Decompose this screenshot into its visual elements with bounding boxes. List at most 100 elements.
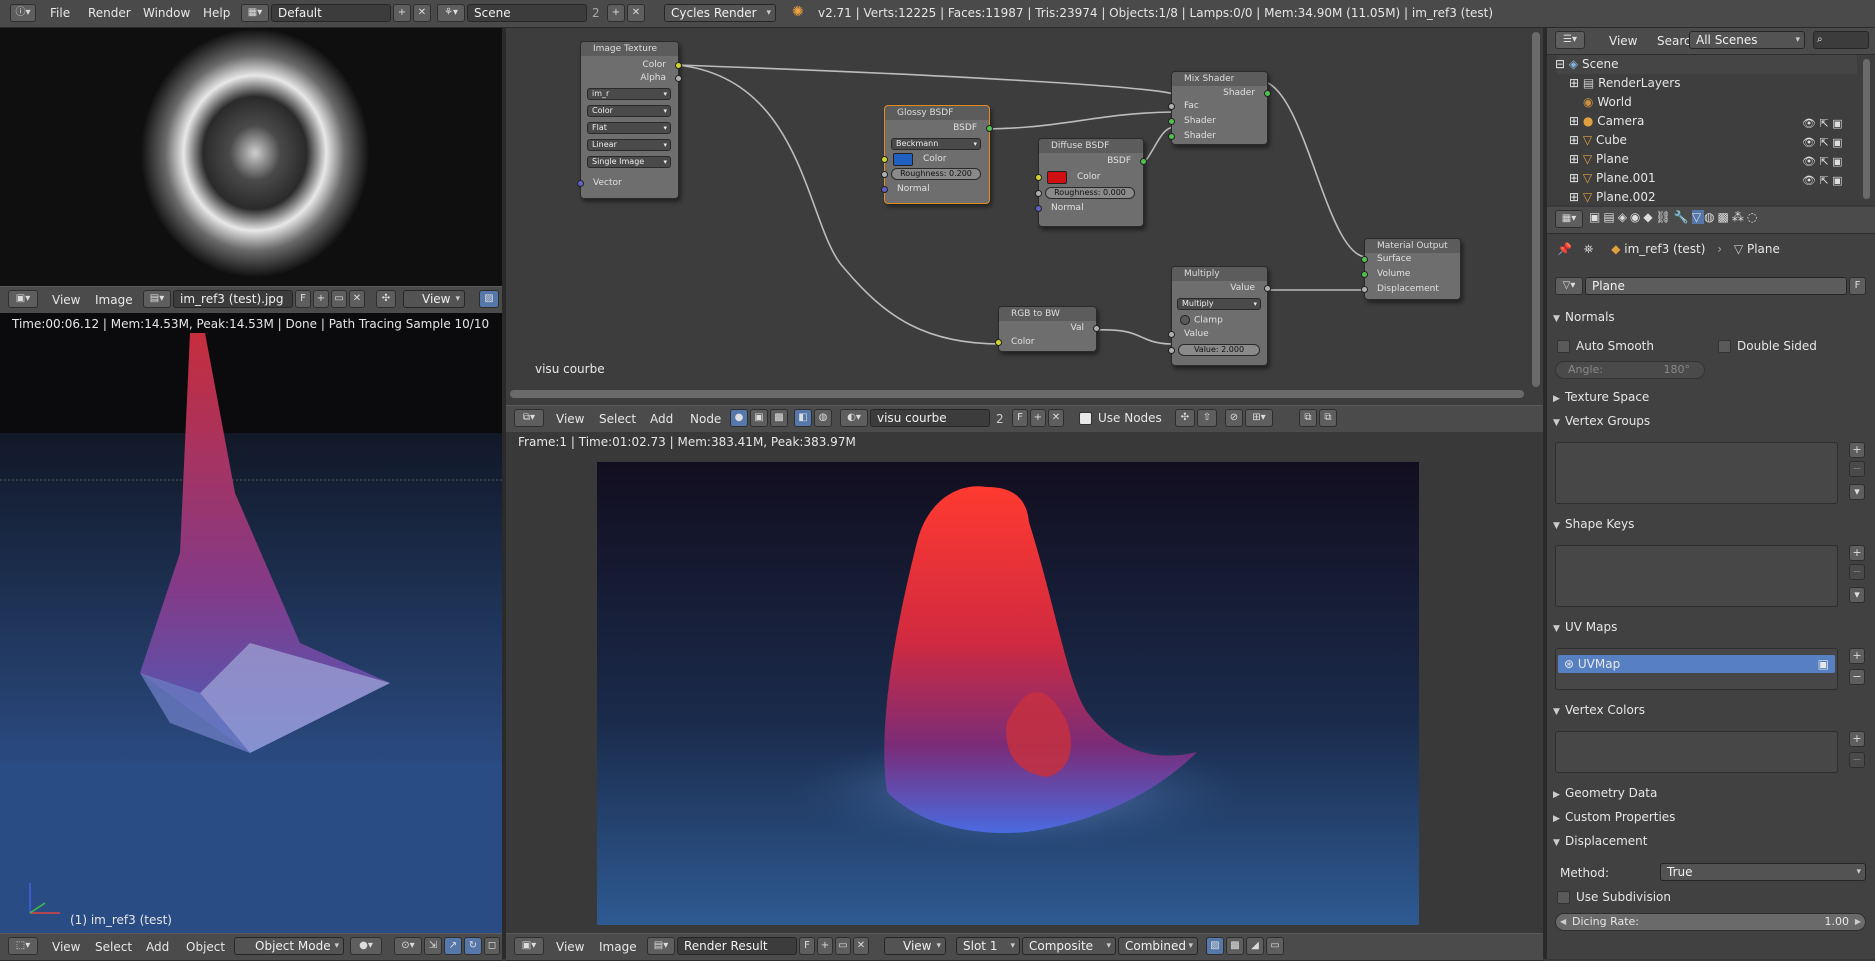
object-mode-dropdown[interactable]: Object Mode <box>234 937 344 955</box>
mesh-data-tab-icon[interactable]: ▽ <box>1691 210 1705 224</box>
render-editor-type-icon[interactable]: ▣▾ <box>514 937 544 955</box>
menu-render[interactable]: Render <box>88 6 131 20</box>
node-menu-select[interactable]: Select <box>599 412 636 426</box>
node-rgb-to-bw[interactable]: RGB to BW Val Color <box>995 306 1100 352</box>
image-unlink-icon[interactable]: ✕ <box>349 290 365 308</box>
socket-val-out[interactable] <box>1093 325 1100 332</box>
image-view-mode-dropdown[interactable]: View <box>403 290 465 308</box>
menu-file[interactable]: File <box>50 6 70 20</box>
auto-smooth-checkbox[interactable]: Auto Smooth <box>1557 339 1654 353</box>
socket-diffuse-normal-in[interactable] <box>1035 205 1042 212</box>
panel-vertex-colors[interactable]: ▼ Vertex Colors <box>1553 703 1875 717</box>
visibility-eye-icon[interactable]: 👁 ⇱ ▣ <box>1802 136 1843 149</box>
panel-vertex-groups[interactable]: ▼ Vertex Groups <box>1553 414 1875 428</box>
node-menu-view[interactable]: View <box>556 412 584 426</box>
socket-multiply-value-in[interactable] <box>1168 331 1175 338</box>
socket-multiply-value2-in[interactable] <box>1168 347 1175 354</box>
render-tab-icon[interactable]: ▣ <box>1589 210 1603 224</box>
node-interpolation-dropdown[interactable]: Linear <box>587 139 671 151</box>
material-browse-icon[interactable]: ◐▾ <box>840 409 868 427</box>
material-tab-icon[interactable]: ◍ <box>1704 210 1717 224</box>
displacement-method-dropdown[interactable]: True <box>1660 863 1866 881</box>
node-mix-shader[interactable]: Mix Shader Shader Fac Shader Shader <box>1168 71 1271 145</box>
node-material-output[interactable]: Material Output Surface Volume Displacem… <box>1361 238 1461 300</box>
outliner-menu-view[interactable]: View <box>1609 34 1637 48</box>
shape-keys-list[interactable] <box>1555 545 1838 607</box>
render-layer-tab-icon[interactable]: ▤ <box>1603 210 1617 224</box>
material-add-icon[interactable]: + <box>1030 409 1046 427</box>
visibility-eye-icon[interactable]: 👁 ⇱ ▣ <box>1802 174 1843 187</box>
render-new-icon[interactable]: + <box>817 937 833 955</box>
compositing-nodes-icon[interactable]: ▣ <box>750 409 768 427</box>
shape-key-add-button[interactable]: + <box>1849 545 1865 561</box>
node-distribution-dropdown[interactable]: Beckmann <box>891 138 981 150</box>
outliner-row-camera[interactable]: ⊞ ● Camera <box>1569 112 1644 131</box>
socket-bsdf-out[interactable] <box>986 125 993 132</box>
uv-render-camera-icon[interactable]: ▣ <box>1818 655 1829 673</box>
node-menu-node[interactable]: Node <box>690 412 721 426</box>
multiply-value-slider[interactable]: Value: 2.000 <box>1178 344 1260 356</box>
outliner-display-mode-dropdown[interactable]: All Scenes <box>1689 31 1805 49</box>
translate-icon[interactable]: ↗ <box>444 937 462 955</box>
world-shader-icon[interactable]: ◍ <box>814 409 832 427</box>
manipulator-icon[interactable]: ⇲ <box>424 937 442 955</box>
vertex-group-specials-button[interactable]: ▾ <box>1849 484 1865 500</box>
add-scene-icon[interactable]: + <box>607 4 625 22</box>
vertex-color-remove-button[interactable]: − <box>1849 752 1865 768</box>
node-editor-h-scrollbar[interactable] <box>510 390 1524 398</box>
uv-map-add-button[interactable]: + <box>1849 648 1865 664</box>
viewport-editor-type-icon[interactable]: ⬚▾ <box>8 937 38 955</box>
particles-tab-icon[interactable]: ⁂ <box>1732 210 1747 224</box>
info-editor-type-icon[interactable]: ⓘ▾ <box>10 4 36 22</box>
image-pin-icon[interactable]: ✣ <box>376 290 396 308</box>
texture-tab-icon[interactable]: ▩ <box>1718 210 1732 224</box>
glossy-roughness-slider[interactable]: Roughness: 0.200 <box>891 168 981 180</box>
shape-key-specials-button[interactable]: ▾ <box>1849 587 1865 603</box>
node-paste-icon[interactable]: ⧉ <box>1319 409 1337 427</box>
outliner-row-plane-002[interactable]: ⊞ ▽ Plane.002 <box>1569 188 1656 205</box>
outliner-editor-type-icon[interactable]: ☰▾ <box>1555 31 1585 49</box>
panel-shape-keys[interactable]: ▼ Shape Keys <box>1553 517 1875 531</box>
screen-layout-icon[interactable]: ▦▾ <box>241 4 269 22</box>
material-name-field[interactable]: visu courbe <box>870 409 990 427</box>
image-menu-image[interactable]: Image <box>95 293 133 307</box>
material-unlink-icon[interactable]: ✕ <box>1048 409 1064 427</box>
panel-displacement[interactable]: ▼ Displacement <box>1553 834 1875 848</box>
mesh-name-field[interactable]: Plane <box>1585 277 1847 295</box>
viewport-shading-icon[interactable]: ●▾ <box>350 937 382 955</box>
viewport-menu-select[interactable]: Select <box>95 940 132 954</box>
socket-fac-in[interactable] <box>1168 103 1175 110</box>
scale-icon[interactable]: ◻ <box>484 937 500 955</box>
socket-normal-in[interactable] <box>881 186 888 193</box>
properties-context-tabs[interactable]: ▣▤◈◉◆⛓🔧▽◍▩⁂◌ <box>1589 210 1760 224</box>
expand-icon[interactable]: ⊟ <box>1555 57 1565 71</box>
image-fake-user-button[interactable]: F <box>295 290 311 308</box>
image-editor-type-icon[interactable]: ▣▾ <box>8 290 38 308</box>
image-uv-icon[interactable]: ▨ <box>479 290 499 308</box>
z-buffer-icon[interactable]: ◢ <box>1246 937 1264 955</box>
socket-diffuse-color-in[interactable] <box>1035 174 1042 181</box>
scene-tab-icon[interactable]: ◈ <box>1618 210 1630 224</box>
snap-element-icon[interactable]: ⊞▾ <box>1245 409 1273 427</box>
render-slot-dropdown[interactable]: Slot 1 <box>956 937 1020 955</box>
render-menu-image[interactable]: Image <box>599 940 637 954</box>
render-pass-dropdown[interactable]: Combined <box>1118 937 1198 955</box>
render-layer-dropdown[interactable]: Composite <box>1022 937 1116 955</box>
pin-icon[interactable]: 📌 <box>1557 242 1572 256</box>
visibility-eye-icon[interactable]: 👁 ⇱ ▣ <box>1802 117 1843 130</box>
panel-custom-properties[interactable]: ▶ Custom Properties <box>1553 810 1875 824</box>
node-multiply-title[interactable]: Multiply <box>1172 267 1267 281</box>
image-browse-icon[interactable]: ▤▾ <box>143 290 171 308</box>
vertex-group-add-button[interactable]: + <box>1849 442 1865 458</box>
node-image-select[interactable]: im_r <box>587 88 671 100</box>
vertex-color-add-button[interactable]: + <box>1849 731 1865 747</box>
node-glossy-title[interactable]: Glossy BSDF <box>885 106 989 120</box>
render-result-field[interactable]: Render Result <box>677 937 797 955</box>
physics-tab-icon[interactable]: ◌ <box>1747 210 1760 224</box>
texture-nodes-icon[interactable]: ▩ <box>770 409 788 427</box>
vertex-groups-list[interactable] <box>1555 442 1838 504</box>
outliner-row-cube[interactable]: ⊞ ▽ Cube <box>1569 131 1627 150</box>
render-view-mode-dropdown[interactable]: View <box>884 937 946 955</box>
expand-icon[interactable]: ⊞ <box>1569 114 1579 128</box>
menu-window[interactable]: Window <box>143 6 190 20</box>
